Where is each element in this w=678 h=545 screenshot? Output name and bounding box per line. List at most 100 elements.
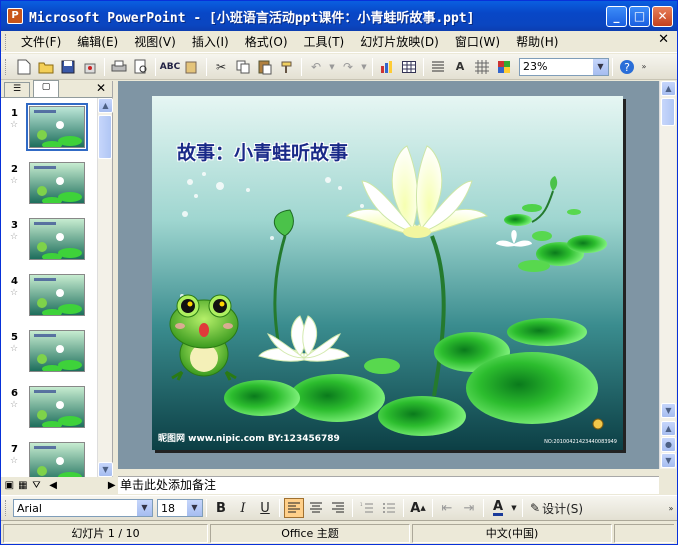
- menu-insert[interactable]: 插入(I): [184, 32, 237, 52]
- redo-dropdown-icon[interactable]: ▼: [360, 57, 368, 77]
- bullets-icon[interactable]: [379, 498, 399, 518]
- slide-thumbnail[interactable]: 1 ☆: [1, 102, 96, 152]
- align-left-button[interactable]: [284, 498, 304, 518]
- editor-vertical-scrollbar[interactable]: ▲ ▼ ▲ ● ▼: [659, 81, 676, 469]
- toolbar-options-icon[interactable]: »: [666, 498, 676, 518]
- slide-sorter-icon[interactable]: ▦: [18, 479, 29, 493]
- menu-file[interactable]: 文件(F): [13, 32, 69, 52]
- slide-thumbnail[interactable]: 4 ☆: [1, 270, 96, 320]
- thumbnail-image[interactable]: [29, 330, 85, 372]
- font-color-icon[interactable]: A: [488, 498, 508, 518]
- thumbnail-image[interactable]: [29, 162, 85, 204]
- menu-tools[interactable]: 工具(T): [296, 32, 353, 52]
- font-color-dropdown-icon[interactable]: ▼: [510, 498, 518, 518]
- format-painter-icon[interactable]: [277, 57, 297, 77]
- slide-thumbnail[interactable]: 7 ☆: [1, 438, 96, 477]
- toolbar-grip[interactable]: [5, 500, 9, 516]
- open-icon[interactable]: [36, 57, 56, 77]
- scroll-up-icon[interactable]: ▲: [98, 98, 113, 113]
- expand-all-icon[interactable]: [428, 57, 448, 77]
- insert-chart-icon[interactable]: [377, 57, 397, 77]
- scroll-down-icon[interactable]: ▼: [98, 462, 113, 477]
- spelling-icon[interactable]: ABC: [160, 57, 180, 77]
- italic-button[interactable]: I: [233, 498, 253, 518]
- align-center-button[interactable]: [306, 498, 326, 518]
- underline-button[interactable]: U: [255, 498, 275, 518]
- menu-view[interactable]: 视图(V): [126, 32, 184, 52]
- decrease-indent-icon[interactable]: ⇤: [437, 498, 457, 518]
- slide-title[interactable]: 故事：小青蛙听故事: [177, 138, 348, 165]
- slide-thumbnail[interactable]: 6 ☆: [1, 382, 96, 432]
- thumbnail-image[interactable]: [26, 103, 88, 151]
- scroll-up-icon[interactable]: ▲: [661, 81, 676, 96]
- save-icon[interactable]: [58, 57, 78, 77]
- undo-icon[interactable]: ↶: [306, 57, 326, 77]
- copy-icon[interactable]: [233, 57, 253, 77]
- title-bar[interactable]: P Microsoft PowerPoint - [小班语言活动ppt课件：小青…: [1, 1, 677, 31]
- scroll-right-icon[interactable]: ▶: [106, 479, 117, 493]
- font-size-select[interactable]: 18 ▼: [157, 499, 203, 517]
- chevron-down-icon[interactable]: ▼: [187, 500, 202, 516]
- close-icon[interactable]: ✕: [96, 81, 106, 95]
- menu-window[interactable]: 窗口(W): [447, 32, 508, 52]
- insert-table-icon[interactable]: [399, 57, 419, 77]
- animation-star-icon: ☆: [10, 344, 19, 354]
- menu-slideshow[interactable]: 幻灯片放映(D): [352, 32, 447, 52]
- chevron-down-icon[interactable]: ▼: [137, 500, 152, 516]
- zoom-select[interactable]: 23% ▼: [519, 57, 609, 76]
- menu-help[interactable]: 帮助(H): [508, 32, 566, 52]
- paste-icon[interactable]: [255, 57, 275, 77]
- slideshow-icon[interactable]: ⛛: [31, 479, 42, 493]
- tab-slides[interactable]: ▢: [33, 80, 59, 97]
- numbering-icon[interactable]: 1: [357, 498, 377, 518]
- notes-pane[interactable]: 单击此处添加备注: [118, 476, 659, 494]
- print-icon[interactable]: [109, 57, 129, 77]
- increase-font-icon[interactable]: A ▲: [408, 498, 428, 518]
- document-close-icon[interactable]: ✕: [658, 32, 669, 47]
- select-browse-object-icon[interactable]: ●: [661, 437, 676, 452]
- toolbar-options-icon[interactable]: »: [639, 57, 649, 77]
- slide-canvas[interactable]: 故事：小青蛙听故事 昵图网 www.nipic.com BY:123456789…: [152, 96, 623, 450]
- design-button[interactable]: ✎ 设计(S): [527, 498, 586, 518]
- normal-view-icon[interactable]: ▣: [4, 479, 15, 493]
- thumbnail-image[interactable]: [29, 218, 85, 260]
- slide-thumbnail[interactable]: 5 ☆: [1, 326, 96, 376]
- menu-format[interactable]: 格式(O): [237, 32, 296, 52]
- increase-indent-icon[interactable]: ⇥: [459, 498, 479, 518]
- powerpoint-app-icon[interactable]: P: [7, 8, 23, 24]
- toolbar-grip[interactable]: [5, 58, 9, 75]
- slide-thumbnail[interactable]: 2 ☆: [1, 158, 96, 208]
- show-formatting-icon[interactable]: A: [450, 57, 470, 77]
- align-right-button[interactable]: [328, 498, 348, 518]
- next-slide-icon[interactable]: ▼: [661, 453, 676, 468]
- minimize-button[interactable]: _: [606, 6, 627, 27]
- redo-icon[interactable]: ↷: [338, 57, 358, 77]
- research-icon[interactable]: [182, 57, 202, 77]
- close-button[interactable]: ✕: [652, 6, 673, 27]
- print-preview-icon[interactable]: [131, 57, 151, 77]
- scroll-left-icon[interactable]: ◀: [48, 479, 59, 493]
- font-select[interactable]: Arial ▼: [13, 499, 153, 517]
- thumbnail-image[interactable]: [29, 386, 85, 428]
- toolbar-grip[interactable]: [5, 33, 9, 50]
- permission-icon[interactable]: [80, 57, 100, 77]
- thumbnail-image[interactable]: [29, 442, 85, 477]
- new-icon[interactable]: [14, 57, 34, 77]
- scroll-thumb[interactable]: [98, 115, 112, 159]
- previous-slide-icon[interactable]: ▲: [661, 421, 676, 436]
- show-grid-icon[interactable]: [472, 57, 492, 77]
- help-icon[interactable]: ?: [617, 57, 637, 77]
- slide-thumbnail[interactable]: 3 ☆: [1, 214, 96, 264]
- bold-button[interactable]: B: [211, 498, 231, 518]
- maximize-button[interactable]: □: [629, 6, 650, 27]
- scroll-thumb[interactable]: [661, 98, 675, 126]
- chevron-down-icon[interactable]: ▼: [593, 58, 608, 75]
- cut-icon[interactable]: ✂: [211, 57, 231, 77]
- thumbnail-scrollbar[interactable]: ▲ ▼: [97, 98, 113, 477]
- tab-outline[interactable]: ☰: [4, 82, 30, 97]
- color-grayscale-icon[interactable]: [494, 57, 514, 77]
- scroll-down-icon[interactable]: ▼: [661, 403, 676, 418]
- undo-dropdown-icon[interactable]: ▼: [328, 57, 336, 77]
- thumbnail-image[interactable]: [29, 274, 85, 316]
- menu-edit[interactable]: 编辑(E): [69, 32, 126, 52]
